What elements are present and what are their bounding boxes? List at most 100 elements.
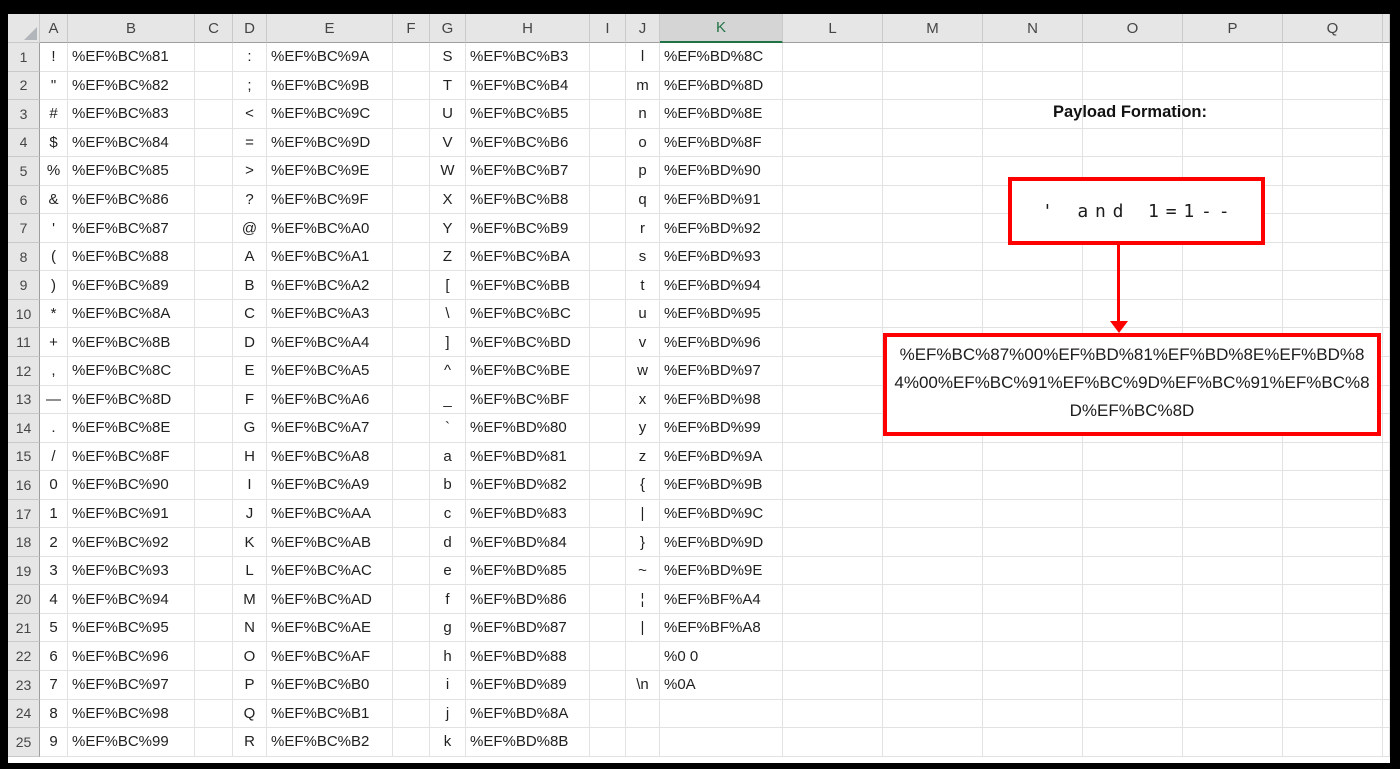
cell-L24[interactable] <box>783 699 883 729</box>
column-header-M[interactable]: M <box>883 14 983 43</box>
cell-P22[interactable] <box>1183 642 1283 672</box>
cell-B3[interactable]: %EF%BC%83 <box>68 100 195 129</box>
cell-J19[interactable]: ~ <box>626 556 660 586</box>
cell-B10[interactable]: %EF%BC%8A <box>68 299 195 329</box>
cell-M7[interactable] <box>883 214 983 243</box>
cell-L22[interactable] <box>783 642 883 672</box>
cell-D10[interactable]: C <box>233 299 267 329</box>
cell-P18[interactable] <box>1183 528 1283 557</box>
cell-B22[interactable]: %EF%BC%96 <box>68 642 195 672</box>
column-header-B[interactable]: B <box>68 14 195 43</box>
cell-I1[interactable] <box>590 43 626 72</box>
cell-I9[interactable] <box>590 271 626 300</box>
cell-K16[interactable]: %EF%BD%9B <box>660 471 783 500</box>
cell-B8[interactable]: %EF%BC%88 <box>68 242 195 272</box>
row-header-20[interactable]: 20 <box>8 585 40 614</box>
cell-A2[interactable]: " <box>40 71 68 101</box>
cell-K7[interactable]: %EF%BD%92 <box>660 214 783 243</box>
cell-O4[interactable] <box>1083 128 1183 158</box>
row-header-4[interactable]: 4 <box>8 128 40 158</box>
cell-C3[interactable] <box>195 100 233 129</box>
cell-M25[interactable] <box>883 728 983 757</box>
cell-D19[interactable]: L <box>233 556 267 586</box>
cell-L6[interactable] <box>783 185 883 215</box>
cell-J9[interactable]: t <box>626 271 660 300</box>
select-all-corner[interactable] <box>8 14 40 43</box>
cell-P25[interactable] <box>1183 728 1283 757</box>
cell-A8[interactable]: ( <box>40 242 68 272</box>
cell-C2[interactable] <box>195 71 233 101</box>
cell-G10[interactable]: \ <box>430 299 466 329</box>
cell-D21[interactable]: N <box>233 613 267 643</box>
cell-F18[interactable] <box>393 528 430 557</box>
cell-E4[interactable]: %EF%BC%9D <box>267 128 393 158</box>
column-header-F[interactable]: F <box>393 14 430 43</box>
cell-I12[interactable] <box>590 357 626 386</box>
cell-E24[interactable]: %EF%BC%B1 <box>267 699 393 729</box>
cell-I20[interactable] <box>590 585 626 614</box>
cell-H1[interactable]: %EF%BC%B3 <box>466 43 590 72</box>
cell-Q19[interactable] <box>1283 556 1383 586</box>
cell-J25[interactable] <box>626 728 660 757</box>
cell-B14[interactable]: %EF%BC%8E <box>68 414 195 443</box>
cell-K8[interactable]: %EF%BD%93 <box>660 242 783 272</box>
cell-M17[interactable] <box>883 499 983 529</box>
cell-H14[interactable]: %EF%BD%80 <box>466 414 590 443</box>
cell-H10[interactable]: %EF%BC%BC <box>466 299 590 329</box>
cell-K9[interactable]: %EF%BD%94 <box>660 271 783 300</box>
cell-M18[interactable] <box>883 528 983 557</box>
cell-C16[interactable] <box>195 471 233 500</box>
cell-E20[interactable]: %EF%BC%AD <box>267 585 393 614</box>
cell-G21[interactable]: g <box>430 613 466 643</box>
cell-D3[interactable]: < <box>233 100 267 129</box>
cell-H5[interactable]: %EF%BC%B7 <box>466 157 590 186</box>
cell-G12[interactable]: ^ <box>430 357 466 386</box>
cell-G20[interactable]: f <box>430 585 466 614</box>
cell-G7[interactable]: Y <box>430 214 466 243</box>
cell-J13[interactable]: x <box>626 385 660 415</box>
cell-Q5[interactable] <box>1283 157 1383 186</box>
cell-A25[interactable]: 9 <box>40 728 68 757</box>
cell-A19[interactable]: 3 <box>40 556 68 586</box>
cell-G23[interactable]: i <box>430 671 466 700</box>
row-header-1[interactable]: 1 <box>8 43 40 72</box>
cell-B25[interactable]: %EF%BC%99 <box>68 728 195 757</box>
cell-K17[interactable]: %EF%BD%9C <box>660 499 783 529</box>
cell-K5[interactable]: %EF%BD%90 <box>660 157 783 186</box>
cell-G13[interactable]: _ <box>430 385 466 415</box>
cell-H19[interactable]: %EF%BD%85 <box>466 556 590 586</box>
cell-K14[interactable]: %EF%BD%99 <box>660 414 783 443</box>
cell-F12[interactable] <box>393 357 430 386</box>
cell-C25[interactable] <box>195 728 233 757</box>
cell-A12[interactable]: , <box>40 357 68 386</box>
cell-A11[interactable]: + <box>40 328 68 358</box>
cell-P2[interactable] <box>1183 71 1283 101</box>
cell-K23[interactable]: %0A <box>660 671 783 700</box>
cell-J5[interactable]: p <box>626 157 660 186</box>
row-header-17[interactable]: 17 <box>8 499 40 529</box>
cell-O9[interactable] <box>1083 271 1183 300</box>
cell-M8[interactable] <box>883 242 983 272</box>
cell-F6[interactable] <box>393 185 430 215</box>
row-header-10[interactable]: 10 <box>8 299 40 329</box>
cell-H18[interactable]: %EF%BD%84 <box>466 528 590 557</box>
cell-A10[interactable]: * <box>40 299 68 329</box>
cell-M9[interactable] <box>883 271 983 300</box>
cell-E9[interactable]: %EF%BC%A2 <box>267 271 393 300</box>
cell-B17[interactable]: %EF%BC%91 <box>68 499 195 529</box>
row-header-21[interactable]: 21 <box>8 613 40 643</box>
cell-B15[interactable]: %EF%BC%8F <box>68 442 195 472</box>
cell-C9[interactable] <box>195 271 233 300</box>
cell-A20[interactable]: 4 <box>40 585 68 614</box>
cell-M21[interactable] <box>883 613 983 643</box>
row-header-13[interactable]: 13 <box>8 385 40 415</box>
cell-E19[interactable]: %EF%BC%AC <box>267 556 393 586</box>
cell-J22[interactable] <box>626 642 660 672</box>
cell-O21[interactable] <box>1083 613 1183 643</box>
cell-Q4[interactable] <box>1283 128 1383 158</box>
cell-H17[interactable]: %EF%BD%83 <box>466 499 590 529</box>
cell-L21[interactable] <box>783 613 883 643</box>
cell-H2[interactable]: %EF%BC%B4 <box>466 71 590 101</box>
cell-L14[interactable] <box>783 414 883 443</box>
cell-E16[interactable]: %EF%BC%A9 <box>267 471 393 500</box>
